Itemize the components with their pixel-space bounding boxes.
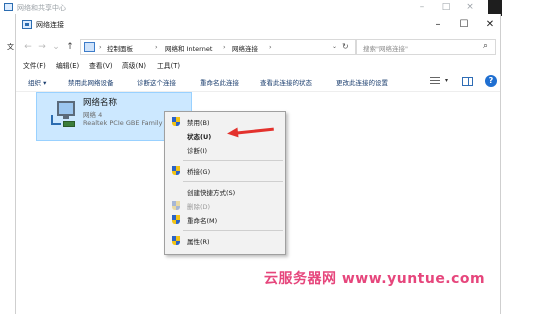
background-window-titlebar: 网络和共享中心 – □ ×	[0, 0, 550, 14]
context-separator	[183, 181, 283, 182]
background-maximize-button[interactable]: □	[434, 1, 458, 13]
context-separator	[183, 230, 283, 231]
network-adapter-icon	[49, 99, 79, 129]
menu-edit[interactable]: 编辑(E)	[56, 60, 79, 70]
menu-tools[interactable]: 工具(T)	[157, 60, 180, 70]
background-close-button[interactable]: ×	[458, 1, 482, 13]
context-item-delete: 删除(D)	[167, 199, 283, 213]
context-item-label: 重命名(M)	[187, 217, 218, 225]
recent-locations-chevron-icon[interactable]: ⌄	[51, 41, 61, 53]
disable-device-button[interactable]: 禁用此网络设备	[68, 77, 114, 87]
background-window-title: 网络和共享中心	[17, 4, 66, 12]
forward-arrow-icon[interactable]: →	[37, 41, 47, 53]
annotation-arrow-head	[226, 127, 239, 139]
context-item-rename[interactable]: 重命名(M)	[167, 213, 283, 227]
command-bar: 组织 ▾ 禁用此网络设备 诊断这个连接 重命名此连接 查看此连接的状态 更改此连…	[16, 72, 500, 92]
breadcrumb-separator: ›	[155, 43, 158, 51]
search-icon[interactable]: ⌕	[483, 41, 488, 51]
shield-icon	[172, 166, 181, 176]
organize-button[interactable]: 组织 ▾	[28, 77, 46, 87]
background-window-edge-text: 文	[7, 43, 14, 51]
window-title: 网络连接	[36, 21, 64, 29]
up-arrow-icon[interactable]: ↑	[65, 41, 75, 53]
view-options-icon[interactable]	[430, 77, 440, 86]
context-item-label: 删除(D)	[187, 203, 211, 211]
context-item-bridge[interactable]: 桥接(G)	[167, 164, 283, 178]
network-center-icon	[4, 3, 13, 11]
minimize-button[interactable]: –	[424, 16, 452, 34]
connection-name: 网络名称	[83, 98, 118, 108]
watermark-text: 云服务器网 www.yuntue.com	[264, 271, 486, 287]
context-item-label: 状态(U)	[187, 133, 212, 141]
diagnose-connection-button[interactable]: 诊断这个连接	[137, 77, 176, 87]
breadcrumb-separator: ›	[269, 43, 272, 51]
control-panel-icon	[84, 42, 95, 52]
menu-bar: 文件(F) 编辑(E) 查看(V) 高级(N) 工具(T)	[16, 58, 500, 72]
context-menu: 禁用(B) 状态(U) 诊断(I) 桥接(G) 创建快捷方式(S) 删除(D)	[164, 111, 286, 255]
close-button[interactable]: ✕	[476, 16, 504, 34]
change-settings-button[interactable]: 更改此连接的设置	[336, 77, 388, 87]
context-item-label: 诊断(I)	[187, 147, 207, 155]
background-minimize-button[interactable]: –	[410, 1, 434, 13]
rename-connection-button[interactable]: 重命名此连接	[200, 77, 239, 87]
context-item-label: 属性(R)	[187, 238, 210, 246]
window-titlebar: 网络连接 – ☐ ✕	[16, 14, 500, 36]
search-placeholder: 搜索"网络连接"	[363, 45, 408, 53]
view-dropdown-icon[interactable]: ▾	[445, 77, 448, 84]
view-status-button[interactable]: 查看此连接的状态	[260, 77, 312, 87]
breadcrumb-separator: ›	[223, 43, 226, 51]
context-item-diagnose[interactable]: 诊断(I)	[167, 143, 283, 157]
context-separator	[183, 160, 283, 161]
breadcrumb-network-internet[interactable]: 网络和 Internet	[165, 43, 212, 53]
maximize-button[interactable]: ☐	[450, 16, 478, 34]
context-item-create-shortcut[interactable]: 创建快捷方式(S)	[167, 185, 283, 199]
search-box[interactable]: 搜索"网络连接" ⌕	[356, 39, 496, 55]
context-item-properties[interactable]: 属性(R)	[167, 234, 283, 248]
breadcrumb-network-connections[interactable]: 网络连接	[232, 43, 258, 53]
help-button[interactable]: ?	[485, 75, 497, 87]
menu-file[interactable]: 文件(F)	[23, 60, 46, 70]
shield-icon	[172, 215, 181, 225]
address-bar[interactable]: › 控制面板 › 网络和 Internet › 网络连接 › ⌄ ↻	[80, 39, 356, 55]
network-connections-icon	[22, 20, 32, 29]
back-arrow-icon[interactable]: ←	[23, 41, 33, 53]
refresh-icon[interactable]: ↻	[342, 42, 349, 51]
preview-pane-icon[interactable]	[462, 77, 473, 86]
breadcrumb-control-panel[interactable]: 控制面板	[107, 43, 133, 53]
connection-network: 网络 4	[83, 111, 103, 119]
address-dropdown-icon[interactable]: ⌄	[332, 43, 337, 50]
navigation-bar: ← → ⌄ ↑ › 控制面板 › 网络和 Internet › 网络连接 › ⌄…	[16, 36, 500, 58]
shield-icon	[172, 201, 181, 211]
context-item-label: 创建快捷方式(S)	[187, 189, 236, 197]
shield-icon	[172, 117, 181, 127]
context-item-label: 禁用(B)	[187, 119, 210, 127]
menu-view[interactable]: 查看(V)	[89, 60, 113, 70]
shield-icon	[172, 236, 181, 246]
menu-advanced[interactable]: 高级(N)	[122, 60, 146, 70]
context-item-label: 桥接(G)	[187, 168, 211, 176]
breadcrumb-separator: ›	[99, 43, 102, 51]
context-item-disable[interactable]: 禁用(B)	[167, 115, 283, 129]
